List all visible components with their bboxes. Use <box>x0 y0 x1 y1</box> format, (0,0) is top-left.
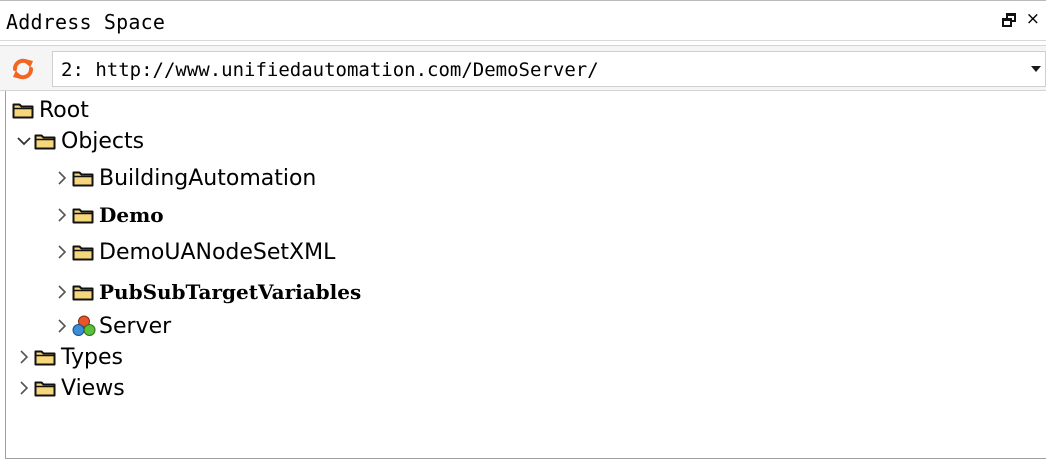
panel-title: Address Space <box>6 10 166 34</box>
server-object-icon <box>72 315 96 336</box>
tree-node-server[interactable]: Server <box>52 311 171 341</box>
chevron-right-icon[interactable] <box>14 373 34 403</box>
tree-node-demo[interactable]: Demo <box>52 200 164 230</box>
tree-node-label: Server <box>99 313 172 339</box>
tree-node-pubsubtargetvariables[interactable]: PubSubTargetVariables <box>52 277 361 307</box>
folder-icon <box>72 171 94 187</box>
chevron-right-icon[interactable] <box>52 311 72 341</box>
folder-icon <box>72 285 94 301</box>
tree-node-types[interactable]: Types <box>14 342 123 372</box>
server-select[interactable]: 2: http://www.unifiedautomation.com/Demo… <box>52 51 1046 87</box>
folder-icon <box>72 208 94 224</box>
tree-node-label: Root <box>39 97 89 123</box>
tree-node-label: Demo <box>99 203 164 227</box>
chevron-right-icon[interactable] <box>52 200 72 230</box>
tree-node-label: Types <box>61 344 123 370</box>
tree-node-objects[interactable]: Objects <box>14 126 144 156</box>
chevron-right-icon[interactable] <box>14 342 34 372</box>
tree-node-label: PubSubTargetVariables <box>99 280 362 304</box>
panel-controls: × <box>1001 11 1040 28</box>
folder-icon <box>12 103 34 119</box>
folder-icon <box>72 245 94 261</box>
chevron-right-icon[interactable] <box>52 277 72 307</box>
folder-icon <box>34 381 56 397</box>
address-space-panel: Address Space × 2: http://www.unifiedaut… <box>0 0 1046 462</box>
folder-icon <box>34 134 56 150</box>
chevron-down-icon[interactable] <box>14 126 34 156</box>
tree-node-label: Views <box>61 375 125 401</box>
close-icon[interactable]: × <box>1026 11 1040 28</box>
refresh-icon[interactable] <box>11 57 35 81</box>
float-window-icon[interactable] <box>1001 12 1016 27</box>
chevron-right-icon[interactable] <box>52 237 72 267</box>
tree-node-buildingautomation[interactable]: BuildingAutomation <box>52 163 316 193</box>
folder-icon <box>34 350 56 366</box>
tree-node-root[interactable]: Root <box>12 95 89 125</box>
tree-node-label: BuildingAutomation <box>99 165 317 191</box>
server-address-bar: 2: http://www.unifiedautomation.com/Demo… <box>0 45 1046 91</box>
tree-node-label: DemoUANodeSetXML <box>99 239 336 265</box>
chevron-right-icon[interactable] <box>52 163 72 193</box>
panel-titlebar: Address Space × <box>0 0 1046 41</box>
address-space-tree: Root Objects BuildingAutomation Demo Dem… <box>5 91 1046 459</box>
tree-node-label: Objects <box>61 128 145 154</box>
tree-node-demouanodesetxml[interactable]: DemoUANodeSetXML <box>52 237 335 267</box>
chevron-down-icon[interactable] <box>1031 66 1041 72</box>
tree-node-views[interactable]: Views <box>14 373 125 403</box>
server-select-value: 2: http://www.unifiedautomation.com/Demo… <box>61 59 599 81</box>
